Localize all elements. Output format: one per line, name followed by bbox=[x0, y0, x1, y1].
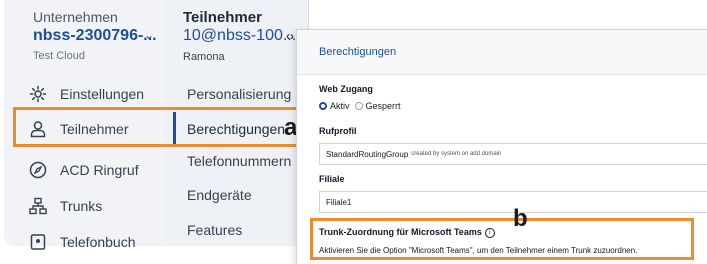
phonebook-icon bbox=[28, 232, 48, 252]
submenu-item-personalisierung[interactable]: Personalisierung bbox=[187, 86, 291, 102]
network-icon bbox=[28, 196, 48, 216]
tenant-subtitle: Test Cloud bbox=[33, 50, 85, 62]
panel-title: Berechtigungen bbox=[319, 46, 397, 58]
sidebar-item-telefonbuch[interactable]: Telefonbuch bbox=[28, 228, 168, 256]
routing-profile-note: created by system on add domain bbox=[411, 151, 502, 157]
radio-gesperrt-label: Gesperrt bbox=[365, 101, 401, 111]
gear-icon bbox=[28, 84, 48, 104]
routing-profile-select[interactable]: StandardRoutingGroup created by system o… bbox=[319, 143, 707, 165]
submenu-title: Teilnehmer bbox=[183, 9, 262, 26]
chevron-down-icon[interactable]: ⌄ bbox=[144, 28, 154, 42]
branch-value: Filiale1 bbox=[326, 197, 352, 207]
tenant-selector[interactable]: nbss-2300796-... bbox=[33, 27, 157, 45]
user-name: Ramona bbox=[183, 51, 225, 63]
sidebar-item-label: Trunks bbox=[60, 198, 103, 214]
routing-profile-label: Rufprofil bbox=[319, 126, 357, 136]
annotation-marker-b: b bbox=[513, 205, 528, 232]
compass-icon bbox=[28, 160, 48, 180]
radio-gesperrt[interactable] bbox=[354, 102, 363, 110]
submenu-item-features[interactable]: Features bbox=[187, 222, 242, 238]
highlight-box-a bbox=[13, 107, 309, 147]
radio-aktiv-label: Aktiv bbox=[330, 101, 350, 111]
sidebar-item-label: Einstellungen bbox=[60, 86, 145, 102]
panel-header: Berechtigungen bbox=[297, 30, 707, 75]
submenu-item-endgeraete[interactable]: Endgeräte bbox=[187, 187, 252, 203]
sidebar-item-label: Telefonbuch bbox=[60, 234, 136, 250]
sidebar-item-trunks[interactable]: Trunks bbox=[28, 192, 168, 220]
prev-next-icon[interactable]: ‹› bbox=[286, 29, 294, 43]
radio-aktiv[interactable] bbox=[319, 102, 327, 110]
sidebar-item-label: ACD Ringruf bbox=[60, 162, 139, 178]
screenshot-frame: Unternehmen nbss-2300796-... ⌄ Test Clou… bbox=[0, 0, 707, 264]
sidebar-item-acd-ringruf[interactable]: ACD Ringruf bbox=[28, 156, 168, 184]
web-access-radio-group: Aktiv Gesperrt bbox=[319, 101, 401, 111]
branch-label: Filiale bbox=[319, 174, 345, 184]
sidebar-item-einstellungen[interactable]: Einstellungen bbox=[28, 80, 168, 108]
web-access-label: Web Zugang bbox=[319, 84, 373, 94]
highlight-box-b bbox=[310, 218, 694, 260]
account-selector[interactable]: 10@nbss-100... bbox=[183, 27, 296, 45]
routing-profile-value: StandardRoutingGroup bbox=[326, 149, 409, 159]
tenant-label: Unternehmen bbox=[33, 9, 118, 25]
submenu-item-telefonnummern[interactable]: Telefonnummern bbox=[187, 153, 291, 169]
